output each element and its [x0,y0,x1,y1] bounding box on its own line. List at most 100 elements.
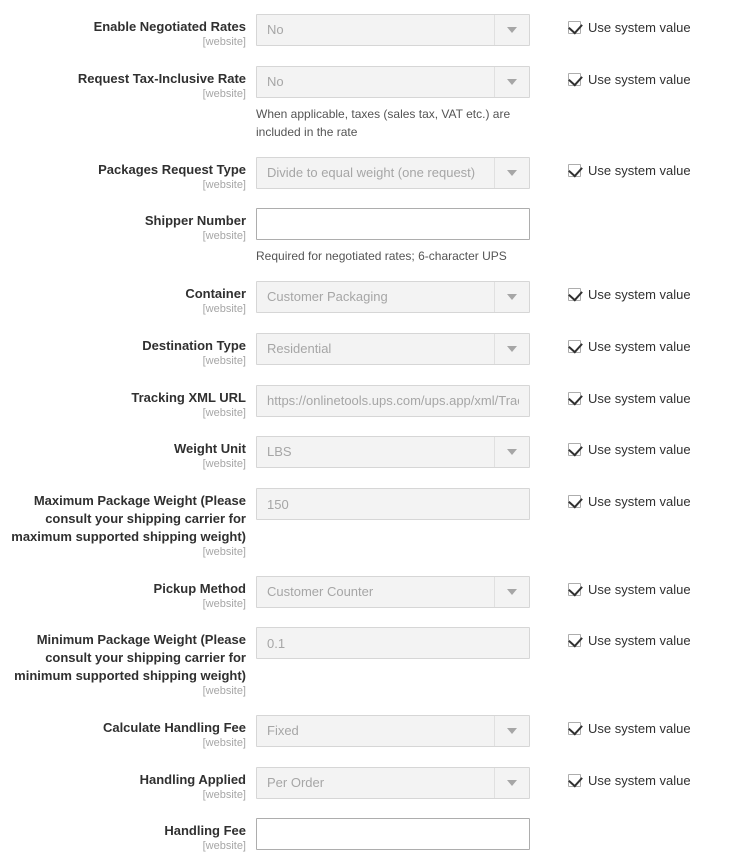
checkbox-checked-icon[interactable] [568,581,583,597]
scope-label: [website] [202,178,246,191]
use-system-value-handling-applied[interactable]: Use system value [568,772,691,788]
field-row-handling-fee: Handling Fee [website] [0,818,750,854]
chevron-down-icon[interactable] [494,437,529,468]
label-text: Calculate Handling Fee [website] [0,719,246,751]
field-label-request-tax-inclusive-rate: Request Tax-Inclusive Rate [website] [0,66,256,102]
field-row-destination-type: Destination Type [website] Residential Use … [0,333,750,369]
use-system-value-label: Use system value [588,442,691,458]
scope-label: [website] [202,87,246,100]
select-packages-request-type[interactable]: Divide to equal weight (one request) [256,156,530,189]
use-system-value-calculate-handling-fee[interactable]: Use system value [568,720,691,736]
label-text: Shipper Number [website] [0,212,246,244]
system-value-col-calculate-handling-fee: Use system value [538,715,691,736]
label-text: Maximum Package Weight (Please consult y… [0,492,246,560]
field-label-maximum-package-weight: Maximum Package Weight (Please consult y… [0,488,256,560]
select-enable-negotiated-rates[interactable]: No [256,14,530,46]
checkbox-checked-icon[interactable] [568,772,583,788]
input-shipper-number[interactable] [256,208,530,241]
select-value: No [267,22,284,37]
system-value-col-destination-type: Use system value [538,333,691,354]
scope-label: [website] [202,840,246,853]
field-label-shipper-number: Shipper Number [website] [0,208,256,244]
field-row-handling-applied: Handling Applied [website] Per Order Use sy… [0,766,750,803]
chevron-down-icon[interactable] [494,576,529,607]
select-pickup-method[interactable]: Customer Counter [256,575,530,608]
select-request-tax-inclusive-rate[interactable]: No [256,65,530,98]
select-destination-type[interactable]: Residential [256,333,530,366]
select-container[interactable]: Customer Packaging [256,281,530,314]
chevron-down-icon[interactable] [494,715,529,746]
system-value-col-minimum-package-weight: Use system value [538,627,691,648]
select-handling-applied[interactable]: Per Order [256,766,530,799]
scope-label: [website] [202,597,246,610]
use-system-value-pickup-method[interactable]: Use system value [568,581,691,597]
select-value: Divide to equal weight (one request) [267,164,476,180]
use-system-value-weight-unit[interactable]: Use system value [568,441,691,458]
checkbox-checked-icon[interactable] [568,286,583,302]
checkbox-checked-icon[interactable] [568,632,583,648]
checkbox-checked-icon[interactable] [568,441,583,457]
field-row-request-tax-inclusive-rate: Request Tax-Inclusive Rate [website] No Whe… [0,65,750,141]
use-system-value-label: Use system value [588,162,691,178]
label-text: Pickup Method [website] [0,580,246,612]
system-value-col-packages-request-type: Use system value [538,157,691,178]
field-control-handling-fee [256,818,538,851]
system-value-col-tracking-xml-url: Use system value [538,385,691,406]
checkbox-checked-icon[interactable] [568,338,583,354]
use-system-value-minimum-package-weight[interactable]: Use system value [568,632,691,648]
scope-label: [website] [202,35,246,48]
system-value-col-pickup-method: Use system value [538,576,691,597]
system-value-col-handling-applied: Use system value [538,767,691,788]
field-row-minimum-package-weight: Minimum Package Weight (Please consult y… [0,627,750,699]
use-system-value-label: Use system value [588,71,691,87]
select-value: Per Order [267,774,325,790]
scope-label: [website] [202,406,246,419]
select-value: Fixed [267,722,299,738]
checkbox-checked-icon[interactable] [568,162,583,178]
chevron-down-icon[interactable] [494,15,529,45]
input-tracking-xml-url [256,384,530,417]
field-label-enable-negotiated-rates: Enable Negotiated Rates [website] [0,14,256,50]
field-label-handling-fee: Handling Fee [website] [0,818,256,854]
field-label-container: Container [website] [0,281,256,317]
checkbox-checked-icon[interactable] [568,390,583,406]
use-system-value-packages-request-type[interactable]: Use system value [568,162,691,178]
checkbox-checked-icon[interactable] [568,493,583,509]
use-system-value-label: Use system value [588,339,691,355]
chevron-down-icon[interactable] [494,157,529,188]
use-system-value-label: Use system value [588,720,691,736]
checkbox-checked-icon[interactable] [568,71,583,87]
use-system-value-destination-type[interactable]: Use system value [568,338,691,355]
field-row-container: Container [website] Customer Packaging Use … [0,281,750,317]
chevron-down-icon[interactable] [494,334,529,365]
chevron-down-icon[interactable] [494,282,529,313]
use-system-value-request-tax-inclusive-rate[interactable]: Use system value [568,71,691,87]
input-maximum-package-weight [256,488,530,521]
use-system-value-enable-negotiated-rates[interactable]: Use system value [568,19,691,35]
label-text: Minimum Package Weight (Please consult y… [0,631,246,699]
label-text: Request Tax-Inclusive Rate [website] [0,70,246,102]
use-system-value-container[interactable]: Use system value [568,286,691,302]
field-control-shipper-number: Required for negotiated rates; 6-charact… [256,208,538,265]
field-control-destination-type: Residential [256,333,538,366]
checkbox-checked-icon[interactable] [568,720,583,736]
field-label-minimum-package-weight: Minimum Package Weight (Please consult y… [0,627,256,699]
use-system-value-tracking-xml-url[interactable]: Use system value [568,390,691,406]
select-weight-unit[interactable]: LBS [256,436,530,469]
scope-label: [website] [202,303,246,316]
chevron-down-icon[interactable] [494,767,529,798]
field-label-tracking-xml-url: Tracking XML URL [website] [0,385,256,421]
field-row-enable-negotiated-rates: Enable Negotiated Rates [website] No Use sy… [0,14,750,50]
use-system-value-maximum-package-weight[interactable]: Use system value [568,493,691,509]
select-calculate-handling-fee[interactable]: Fixed [256,714,530,747]
checkbox-checked-icon[interactable] [568,19,583,35]
use-system-value-label: Use system value [588,390,691,406]
select-value: Customer Counter [267,583,374,599]
label-text: Handling Fee [website] [0,822,246,854]
input-handling-fee[interactable] [256,818,530,851]
system-value-col-enable-negotiated-rates: Use system value [538,14,691,35]
field-label-destination-type: Destination Type [website] [0,333,256,369]
label-text: Handling Applied [website] [0,771,246,803]
label-text: Packages Request Type [website] [0,161,246,193]
chevron-down-icon[interactable] [494,66,529,97]
